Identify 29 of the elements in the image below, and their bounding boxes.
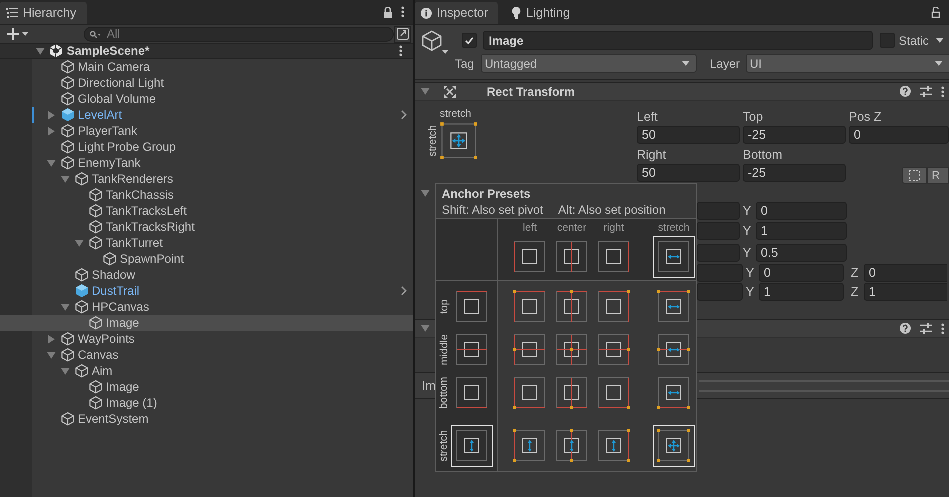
row-label: bottom — [438, 376, 450, 409]
field-label: Left — [637, 109, 659, 126]
column-label: stretch — [658, 222, 690, 236]
component-title: Rect Transform — [487, 84, 576, 98]
axis-label: Z — [851, 266, 860, 280]
static-label: Static — [899, 34, 930, 48]
axis-label: Y — [743, 246, 752, 260]
field-label: Bottom — [743, 147, 784, 164]
axis-label: Y — [743, 224, 752, 238]
hint-text: Shift: Also set pivot — [442, 203, 544, 217]
column-label: right — [604, 222, 624, 236]
axis-label: Y — [746, 266, 756, 280]
axis-label: Y — [746, 284, 756, 298]
column-label: left — [522, 222, 537, 236]
anchor-label: stretch — [427, 125, 439, 157]
tag-label: Tag — [455, 56, 476, 70]
hint-text: Alt: Also set position — [558, 203, 666, 217]
anchor-label: stretch — [440, 108, 473, 120]
field-label: Right — [637, 147, 668, 164]
layer-label: Layer — [710, 56, 742, 70]
row-label: top — [438, 299, 450, 314]
field-label: Pos Z — [849, 109, 883, 126]
row-label: middle — [438, 334, 450, 365]
row-label: stretch — [438, 430, 450, 462]
column-label: center — [557, 222, 587, 236]
popup-title: Anchor Presets — [442, 187, 532, 201]
field-label: Top — [743, 109, 764, 126]
axis-label: Y — [743, 204, 752, 218]
axis-label: Z — [851, 284, 860, 298]
